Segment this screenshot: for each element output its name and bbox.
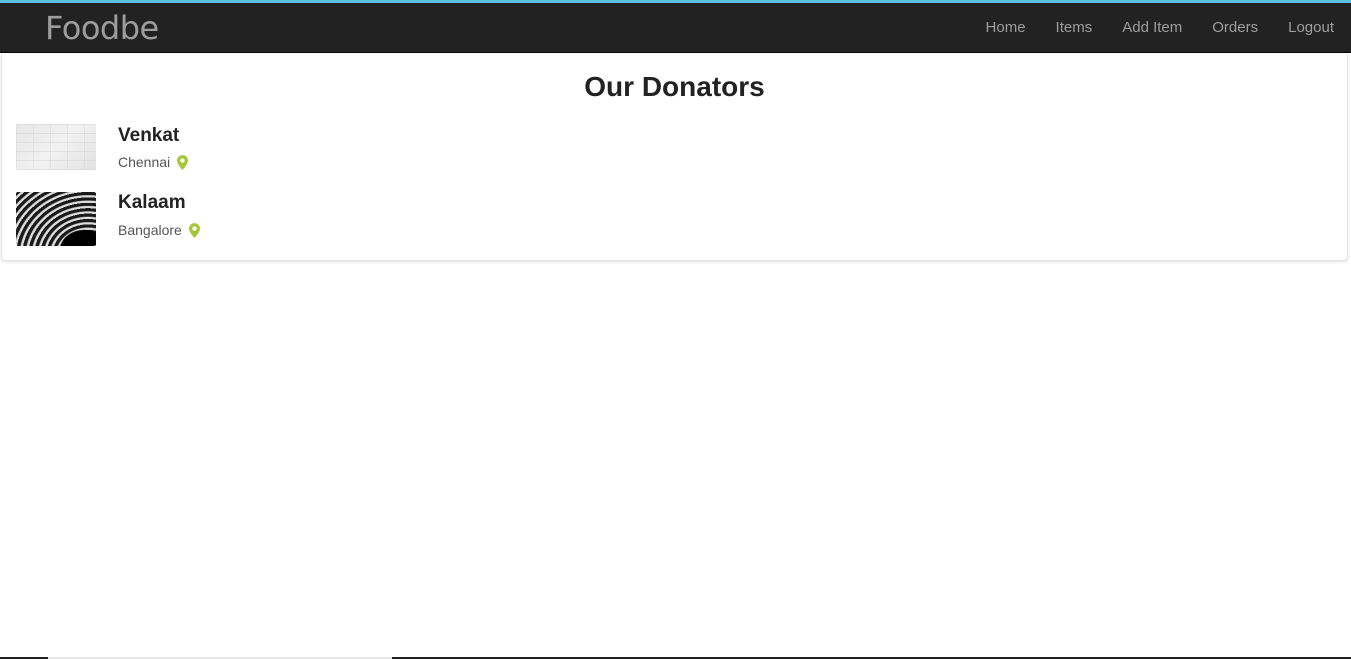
donators-panel: Our Donators Venkat Chennai Kalaam Banga… (1, 54, 1348, 261)
brand-logo[interactable]: Foodbe (45, 8, 159, 48)
donor-avatar (16, 192, 96, 246)
donor-location-text: Chennai (118, 154, 171, 170)
nav-links: Home Items Add Item Orders Logout (971, 3, 1349, 53)
nav-home-link[interactable]: Home (971, 3, 1041, 53)
nav-logout-link[interactable]: Logout (1273, 3, 1349, 53)
page-title: Our Donators (584, 71, 765, 102)
nav-add-item-link[interactable]: Add Item (1107, 3, 1197, 53)
nav-items-link[interactable]: Items (1041, 3, 1108, 53)
donor-name: Venkat (118, 125, 180, 146)
donor-location: Bangalore (118, 221, 200, 239)
nav-orders-link[interactable]: Orders (1197, 3, 1273, 53)
donor-location: Chennai (118, 153, 189, 171)
donor-name: Kalaam (118, 192, 186, 213)
map-marker-icon (188, 222, 200, 238)
donor-avatar (16, 124, 96, 170)
donor-item[interactable]: Venkat Chennai (16, 124, 416, 180)
donor-item[interactable]: Kalaam Bangalore (16, 192, 416, 248)
donor-location-text: Bangalore (118, 222, 182, 238)
navbar: Foodbe Home Items Add Item Orders Logout (0, 3, 1351, 53)
map-marker-icon (177, 154, 189, 170)
